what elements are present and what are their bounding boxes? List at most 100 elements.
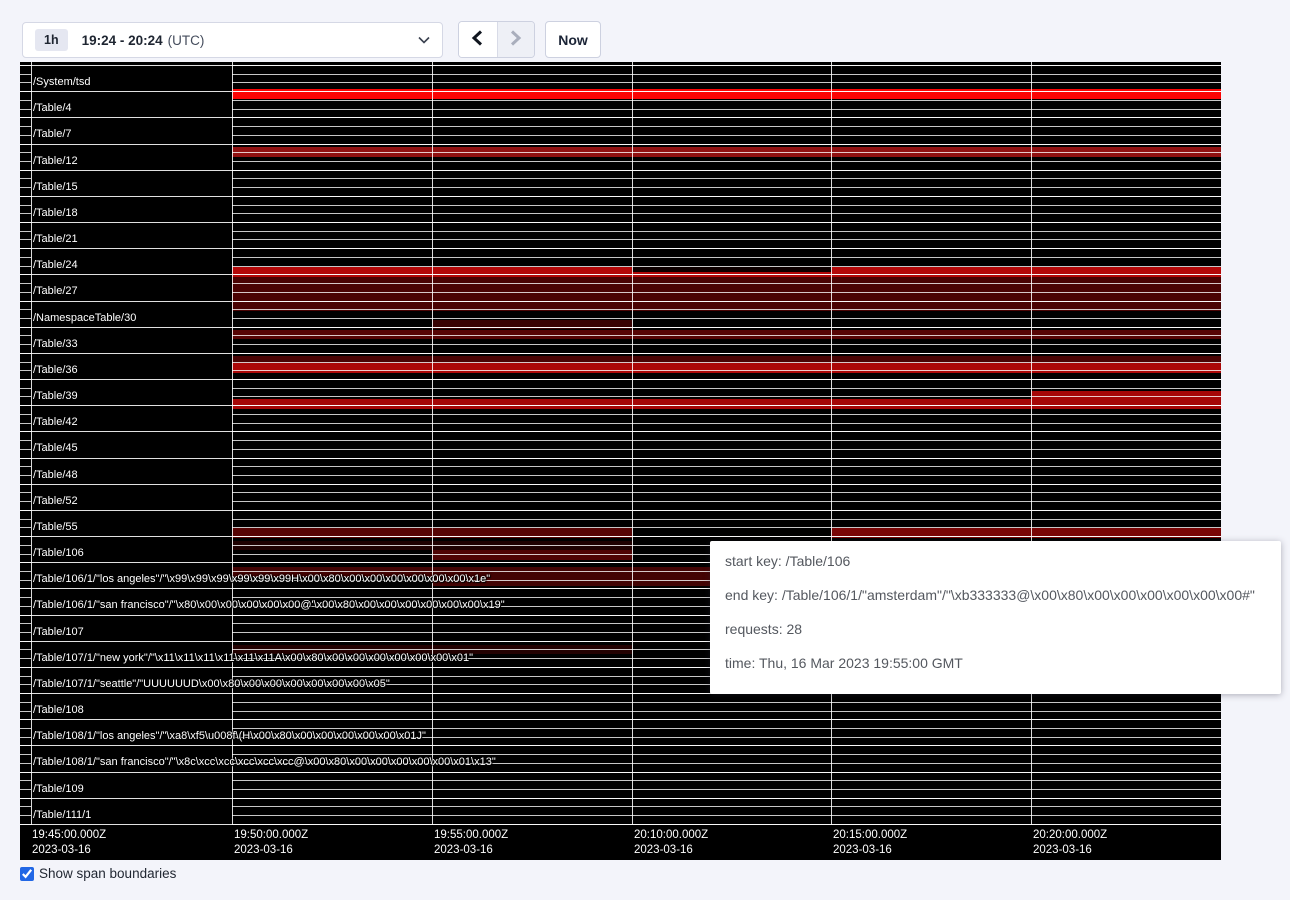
axis-tick-label: 19:50:00.000Z2023-03-16 (234, 828, 308, 858)
span-boundary-line (20, 501, 31, 502)
span-boundary-line (232, 440, 1221, 441)
span-boundary-line (232, 257, 1221, 258)
span-boundary-line (20, 109, 31, 110)
next-timeframe-button[interactable] (497, 22, 535, 57)
span-boundary-line (20, 632, 31, 633)
span-boundary-line (20, 178, 31, 179)
span-boundary-line (232, 74, 1221, 75)
axis-time: 19:45:00.000Z (32, 828, 106, 843)
bucket-boundary-line (20, 248, 1221, 249)
row-label: /Table/33 (33, 338, 78, 351)
row-label: /Table/106/1/"san francisco"/"\x80\x00\x… (33, 599, 505, 612)
span-boundary-line (20, 571, 31, 572)
bucket-boundary-line (20, 510, 1221, 511)
axis-time: 19:55:00.000Z (434, 828, 508, 843)
row-label: /Table/36 (33, 364, 78, 377)
row-label: /Table/52 (33, 495, 78, 508)
span-boundary-line (20, 623, 31, 624)
span-boundary-line (20, 684, 31, 685)
show-span-boundaries-checkbox[interactable] (20, 867, 34, 881)
span-boundary-line (232, 423, 1221, 424)
row-label: /Table/108 (33, 704, 84, 717)
span-boundary-line (20, 187, 31, 188)
span-boundary-line (20, 789, 31, 790)
span-boundary-line (232, 213, 1221, 214)
span-boundary-line (20, 780, 31, 781)
bucket-boundary-line (20, 144, 1221, 145)
bucket-boundary-line (20, 274, 1221, 275)
span-boundary-line (20, 423, 31, 424)
span-boundary-line (232, 519, 1221, 520)
span-boundary-line (232, 126, 1221, 127)
span-boundary-line (232, 475, 1221, 476)
row-label: /Table/7 (33, 128, 72, 141)
row-label: /Table/111/1 (33, 809, 91, 822)
bucket-boundary-line (20, 65, 1221, 66)
heat-band (632, 267, 831, 272)
now-button[interactable]: Now (545, 21, 601, 58)
span-boundary-line (232, 414, 1221, 415)
span-boundary-line (20, 711, 31, 712)
time-grid-line (432, 62, 433, 825)
show-span-boundaries-label: Show span boundaries (39, 866, 176, 881)
span-boundary-line (20, 318, 31, 319)
span-boundary-line (20, 257, 31, 258)
span-boundary-line (232, 754, 1221, 755)
axis-date: 2023-03-16 (234, 843, 308, 858)
span-boundary-line (20, 135, 31, 136)
chevron-down-icon (418, 36, 430, 44)
row-label: /NamespaceTable/30 (33, 312, 136, 325)
span-boundary-line (20, 815, 31, 816)
span-boundary-line (20, 231, 31, 232)
span-boundary-line (20, 449, 31, 450)
time-range-select[interactable]: 1h 19:24 - 20:24 (UTC) (22, 22, 443, 58)
hover-tooltip: start key: /Table/106 end key: /Table/10… (710, 541, 1281, 694)
time-window-badge: 1h (35, 29, 68, 51)
span-boundary-line (232, 205, 1221, 206)
heat-band (432, 550, 632, 560)
key-visualizer-canvas[interactable]: start key: /Table/106 end key: /Table/10… (20, 62, 1221, 860)
axis-time: 20:10:00.000Z (634, 828, 708, 843)
heat-band (232, 363, 1221, 373)
span-boundary-line (20, 161, 31, 162)
span-boundary-line (20, 580, 31, 581)
span-boundary-line (232, 309, 1221, 310)
span-boundary-line (232, 501, 1221, 502)
bucket-boundary-line (20, 301, 1221, 302)
bucket-boundary-line (20, 772, 1221, 773)
span-boundary-line (232, 82, 1221, 83)
show-span-boundaries-control[interactable]: Show span boundaries (20, 866, 176, 881)
span-boundary-line (232, 728, 1221, 729)
span-boundary-line (232, 396, 1221, 397)
span-boundary-line (20, 527, 31, 528)
span-boundary-line (20, 606, 31, 607)
span-boundary-line (20, 205, 31, 206)
key-visualizer-page: 1h 19:24 - 20:24 (UTC) Now start key: /T… (0, 0, 1290, 900)
tooltip-end-key: end key: /Table/106/1/"amsterdam"/"\xb33… (725, 588, 1266, 602)
span-boundary-line (232, 239, 1221, 240)
span-boundary-line (20, 74, 31, 75)
time-grid-line (831, 62, 832, 825)
span-boundary-line (20, 658, 31, 659)
span-boundary-line (20, 335, 31, 336)
axis-time: 19:50:00.000Z (234, 828, 308, 843)
bucket-boundary-line (20, 798, 1221, 799)
bucket-boundary-line (20, 379, 1221, 380)
span-boundary-line (232, 152, 1221, 153)
axis-tick-label: 20:15:00.000Z2023-03-16 (833, 828, 907, 858)
row-label: /Table/18 (33, 207, 78, 220)
span-boundary-line (20, 728, 31, 729)
bucket-boundary-line (20, 484, 1221, 485)
previous-timeframe-button[interactable] (459, 22, 497, 57)
axis-date: 2023-03-16 (32, 843, 106, 858)
timezone-label: (UTC) (168, 33, 205, 48)
span-boundary-line (232, 527, 1221, 528)
span-boundary-line (20, 597, 31, 598)
span-boundary-line (20, 519, 31, 520)
span-boundary-line (20, 414, 31, 415)
bucket-boundary-line (20, 117, 1221, 118)
span-boundary-line (20, 466, 31, 467)
span-boundary-line (232, 318, 1221, 319)
bucket-boundary-line (20, 719, 1221, 720)
span-boundary-line (232, 266, 1221, 267)
